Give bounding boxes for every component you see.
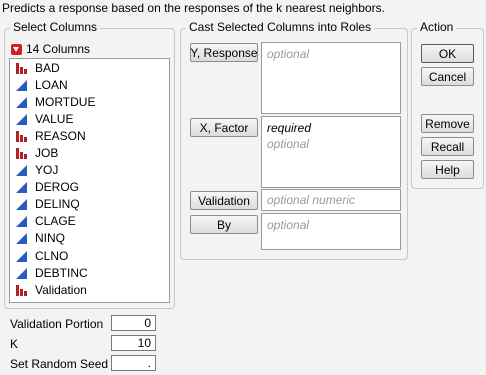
column-name: NINQ: [35, 231, 65, 246]
column-name: LOAN: [35, 77, 68, 92]
column-item[interactable]: Validation: [10, 281, 169, 298]
x-factor-placeholder: optional: [267, 137, 310, 151]
continuous-triangle-icon: [15, 198, 29, 211]
continuous-triangle-icon: [15, 96, 29, 108]
column-name: JOB: [35, 146, 59, 161]
ok-button[interactable]: OK: [421, 44, 474, 63]
columns-count-row[interactable]: 14 Columns: [11, 42, 90, 56]
cast-roles-title: Cast Selected Columns into Roles: [186, 20, 375, 34]
continuous-triangle-icon: [15, 181, 29, 194]
x-factor-button[interactable]: X, Factor: [190, 118, 258, 137]
continuous-triangle-icon: [15, 232, 29, 245]
help-button[interactable]: Help: [421, 160, 474, 179]
continuous-triangle-icon: [15, 113, 29, 125]
x-factor-role-box[interactable]: required optional: [261, 116, 401, 188]
column-item[interactable]: DEBTINC: [10, 264, 169, 281]
validation-portion-label: Validation Portion: [10, 317, 104, 331]
column-item[interactable]: NINQ: [10, 230, 169, 247]
recall-button[interactable]: Recall: [421, 137, 474, 156]
column-name: YOJ: [35, 163, 59, 178]
columns-menu-icon[interactable]: [11, 43, 22, 55]
cast-roles-panel: Cast Selected Columns into Roles Y, Resp…: [180, 20, 408, 260]
by-button[interactable]: By: [190, 215, 258, 234]
nominal-bar-icon: [15, 284, 29, 296]
column-item[interactable]: DELINQ: [10, 196, 169, 213]
column-item[interactable]: VALUE: [10, 110, 169, 127]
y-response-button[interactable]: Y, Response: [190, 43, 258, 62]
cancel-button[interactable]: Cancel: [421, 67, 474, 86]
column-item[interactable]: YOJ: [10, 162, 169, 179]
column-item[interactable]: CLAGE: [10, 213, 169, 230]
continuous-triangle-icon: [15, 267, 29, 279]
action-title: Action: [417, 20, 457, 34]
column-list[interactable]: BAD LOAN MORTDUE VALUE REASON JOB YOJ DEROG DELI…: [9, 58, 170, 303]
column-item[interactable]: DEROG: [10, 179, 169, 196]
random-seed-label: Set Random Seed: [10, 357, 109, 371]
remove-button[interactable]: Remove: [421, 114, 474, 133]
select-columns-title: Select Columns: [10, 20, 101, 34]
column-item[interactable]: JOB: [10, 144, 169, 161]
column-item[interactable]: CLNO: [10, 247, 169, 264]
random-seed-input[interactable]: .: [111, 355, 156, 371]
column-name: CLAGE: [35, 214, 76, 229]
continuous-triangle-icon: [15, 250, 29, 262]
column-name: MORTDUE: [35, 94, 96, 109]
continuous-triangle-icon: [15, 215, 29, 228]
y-response-placeholder: optional: [267, 47, 310, 61]
y-response-role-box[interactable]: optional: [261, 42, 401, 114]
nominal-bar-icon: [15, 130, 29, 142]
validation-button[interactable]: Validation: [190, 191, 258, 210]
continuous-triangle-icon: [15, 164, 29, 177]
x-factor-required-text: required: [267, 121, 312, 135]
validation-placeholder: optional numeric: [267, 193, 356, 207]
column-name: Validation: [35, 282, 87, 297]
validation-portion-input[interactable]: 0: [111, 315, 156, 331]
k-label: K: [10, 337, 19, 351]
action-panel: Action OK Cancel Remove Recall Help: [411, 20, 484, 189]
column-name: DEROG: [35, 180, 80, 195]
column-item[interactable]: REASON: [10, 127, 169, 144]
by-placeholder: optional: [267, 218, 310, 232]
column-name: DELINQ: [35, 197, 80, 212]
columns-count-label: 14 Columns: [26, 42, 91, 56]
k-input[interactable]: 10: [111, 335, 156, 351]
column-name: REASON: [35, 128, 86, 143]
nominal-bar-icon: [15, 147, 29, 160]
column-name: VALUE: [35, 111, 74, 126]
validation-role-box[interactable]: optional numeric: [261, 189, 401, 211]
by-role-box[interactable]: optional: [261, 213, 401, 250]
select-columns-panel: Select Columns 14 Columns BAD LOAN MORTDUE…: [4, 20, 175, 309]
continuous-triangle-icon: [15, 79, 29, 91]
column-name: CLNO: [35, 248, 69, 263]
column-item[interactable]: BAD: [10, 59, 169, 76]
column-name: BAD: [35, 60, 60, 75]
nominal-bar-icon: [15, 62, 29, 74]
column-item[interactable]: MORTDUE: [10, 93, 169, 110]
column-name: DEBTINC: [35, 265, 88, 280]
column-item[interactable]: LOAN: [10, 76, 169, 93]
dialog-description: Predicts a response based on the respons…: [2, 1, 385, 15]
